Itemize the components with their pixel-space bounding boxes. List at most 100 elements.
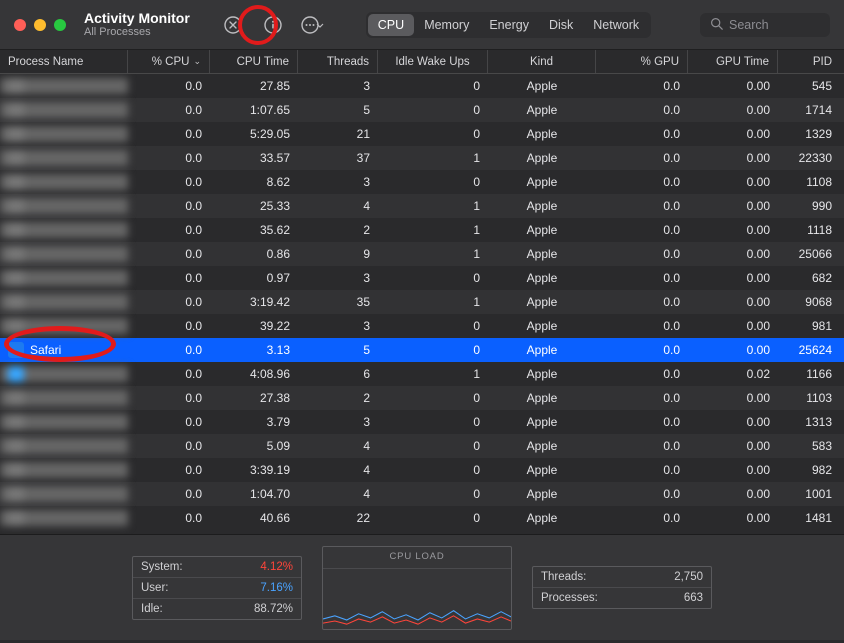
cell-gtime: 0.00: [688, 103, 778, 117]
footer-stat-label: Idle:: [141, 603, 163, 615]
table-row[interactable]: ████████0.040.66220Apple0.00.001481: [0, 506, 844, 530]
tab-network[interactable]: Network: [583, 14, 649, 36]
more-options-button[interactable]: [300, 12, 326, 38]
process-name-label: ████████: [30, 511, 98, 525]
app-subtitle: All Processes: [84, 26, 190, 39]
cell-gtime: 0.00: [688, 271, 778, 285]
cell-thread: 3: [298, 319, 378, 333]
table-row[interactable]: ████████0.027.3820Apple0.00.001103: [0, 386, 844, 410]
tab-memory[interactable]: Memory: [414, 14, 479, 36]
cell-kind: Apple: [488, 367, 596, 381]
cell-pid: 1103: [778, 391, 840, 405]
column-header-label: % GPU: [641, 56, 679, 68]
cell-gtime: 0.00: [688, 127, 778, 141]
column-header-threads[interactable]: Threads: [298, 50, 378, 73]
column-header-gpu-time[interactable]: GPU Time: [688, 50, 778, 73]
table-row[interactable]: ████████0.00.9730Apple0.00.00682: [0, 266, 844, 290]
footer: System:4.12%User:7.16%Idle:88.72% CPU LO…: [0, 534, 844, 640]
footer-stat-label: Threads:: [541, 571, 586, 583]
cell-pid: 583: [778, 439, 840, 453]
table-row[interactable]: ████████0.01:07.6550Apple0.00.001714: [0, 98, 844, 122]
cell-gtime: 0.00: [688, 151, 778, 165]
minimize-window-button[interactable]: [34, 19, 46, 31]
cell-gtime: 0.00: [688, 487, 778, 501]
tab-bar: CPUMemoryEnergyDiskNetwork: [366, 12, 651, 38]
process-name-label: ████████: [30, 103, 98, 117]
cpu-sparkline: [323, 568, 511, 629]
title-block: Activity Monitor All Processes: [84, 10, 190, 39]
table-row[interactable]: ████████0.05:29.05210Apple0.00.001329: [0, 122, 844, 146]
info-button[interactable]: [260, 12, 286, 38]
table-row[interactable]: ████████0.035.6221Apple0.00.001118: [0, 218, 844, 242]
cell-gtime: 0.00: [688, 391, 778, 405]
search-field[interactable]: [700, 13, 830, 37]
process-name-label: ████████: [30, 247, 98, 261]
footer-stat-value: 7.16%: [260, 582, 293, 594]
process-name-label: ████████: [30, 367, 98, 381]
cell-name: ████████: [0, 318, 128, 334]
tab-energy[interactable]: Energy: [479, 14, 539, 36]
column-header-kind[interactable]: Kind: [488, 50, 596, 73]
tab-disk[interactable]: Disk: [539, 14, 583, 36]
cell-thread: 2: [298, 223, 378, 237]
cell-wake: 0: [378, 343, 488, 357]
close-window-button[interactable]: [14, 19, 26, 31]
cell-pid: 982: [778, 463, 840, 477]
process-name-label: ████████: [30, 223, 98, 237]
cell-gtime: 0.00: [688, 295, 778, 309]
cell-pid: 22330: [778, 151, 840, 165]
column-header-cpu-time[interactable]: CPU Time: [210, 50, 298, 73]
table-row[interactable]: Safari0.03.1350Apple0.00.0025624: [0, 338, 844, 362]
app-icon: [8, 150, 24, 166]
table-row[interactable]: ████████0.03:39.1940Apple0.00.00982: [0, 458, 844, 482]
table-row[interactable]: ████████0.03:19.42351Apple0.00.009068: [0, 290, 844, 314]
process-name-label: ████████: [30, 151, 98, 165]
table-row[interactable]: ████████0.01:04.7040Apple0.00.001001: [0, 482, 844, 506]
footer-stat-label: System:: [141, 561, 183, 573]
column-header-idle-wake-ups[interactable]: Idle Wake Ups: [378, 50, 488, 73]
search-input[interactable]: [729, 18, 819, 32]
cell-time: 33.57: [210, 151, 298, 165]
footer-stat-value: 663: [684, 592, 703, 604]
sort-arrow-icon: ⌄: [193, 56, 201, 67]
cell-thread: 5: [298, 343, 378, 357]
process-name-label: ████████: [30, 439, 98, 453]
cpu-stats-right: Threads:2,750Processes:663: [532, 566, 712, 609]
cell-gpu: 0.0: [596, 103, 688, 117]
app-icon: [8, 414, 24, 430]
column-header--gpu[interactable]: % GPU: [596, 50, 688, 73]
process-table[interactable]: ████████0.027.8530Apple0.00.00545 ███████…: [0, 74, 844, 534]
table-row[interactable]: ████████0.08.6230Apple0.00.001108: [0, 170, 844, 194]
table-row[interactable]: ████████0.025.3341Apple0.00.00990: [0, 194, 844, 218]
cell-kind: Apple: [488, 343, 596, 357]
column-header--cpu[interactable]: % CPU⌄: [128, 50, 210, 73]
zoom-window-button[interactable]: [54, 19, 66, 31]
stop-process-button[interactable]: [220, 12, 246, 38]
cell-pid: 545: [778, 79, 840, 93]
cell-gtime: 0.00: [688, 319, 778, 333]
column-header-process-name[interactable]: Process Name: [0, 50, 128, 73]
table-row[interactable]: ████████0.033.57371Apple0.00.0022330: [0, 146, 844, 170]
cell-thread: 4: [298, 487, 378, 501]
process-name-label: ████████: [30, 319, 98, 333]
cell-cpu: 0.0: [128, 127, 210, 141]
column-header-label: PID: [813, 56, 832, 68]
cell-cpu: 0.0: [128, 463, 210, 477]
cell-kind: Apple: [488, 511, 596, 525]
cell-thread: 3: [298, 175, 378, 189]
table-row[interactable]: ████████0.05.0940Apple0.00.00583: [0, 434, 844, 458]
cell-wake: 0: [378, 271, 488, 285]
cell-pid: 990: [778, 199, 840, 213]
table-row[interactable]: ████████0.04:08.9661Apple0.00.021166: [0, 362, 844, 386]
table-row[interactable]: ████████0.03.7930Apple0.00.001313: [0, 410, 844, 434]
cell-kind: Apple: [488, 439, 596, 453]
tab-cpu[interactable]: CPU: [368, 14, 414, 36]
cell-name: ████████: [0, 414, 128, 430]
cpu-load-graph: CPU LOAD: [322, 546, 512, 630]
table-row[interactable]: ████████0.039.2230Apple0.00.00981: [0, 314, 844, 338]
table-row[interactable]: ████████0.027.8530Apple0.00.00545: [0, 74, 844, 98]
cell-name: ████████: [0, 198, 128, 214]
column-header-pid[interactable]: PID: [778, 50, 840, 73]
cell-gtime: 0.00: [688, 199, 778, 213]
table-row[interactable]: ████████0.00.8691Apple0.00.0025066: [0, 242, 844, 266]
